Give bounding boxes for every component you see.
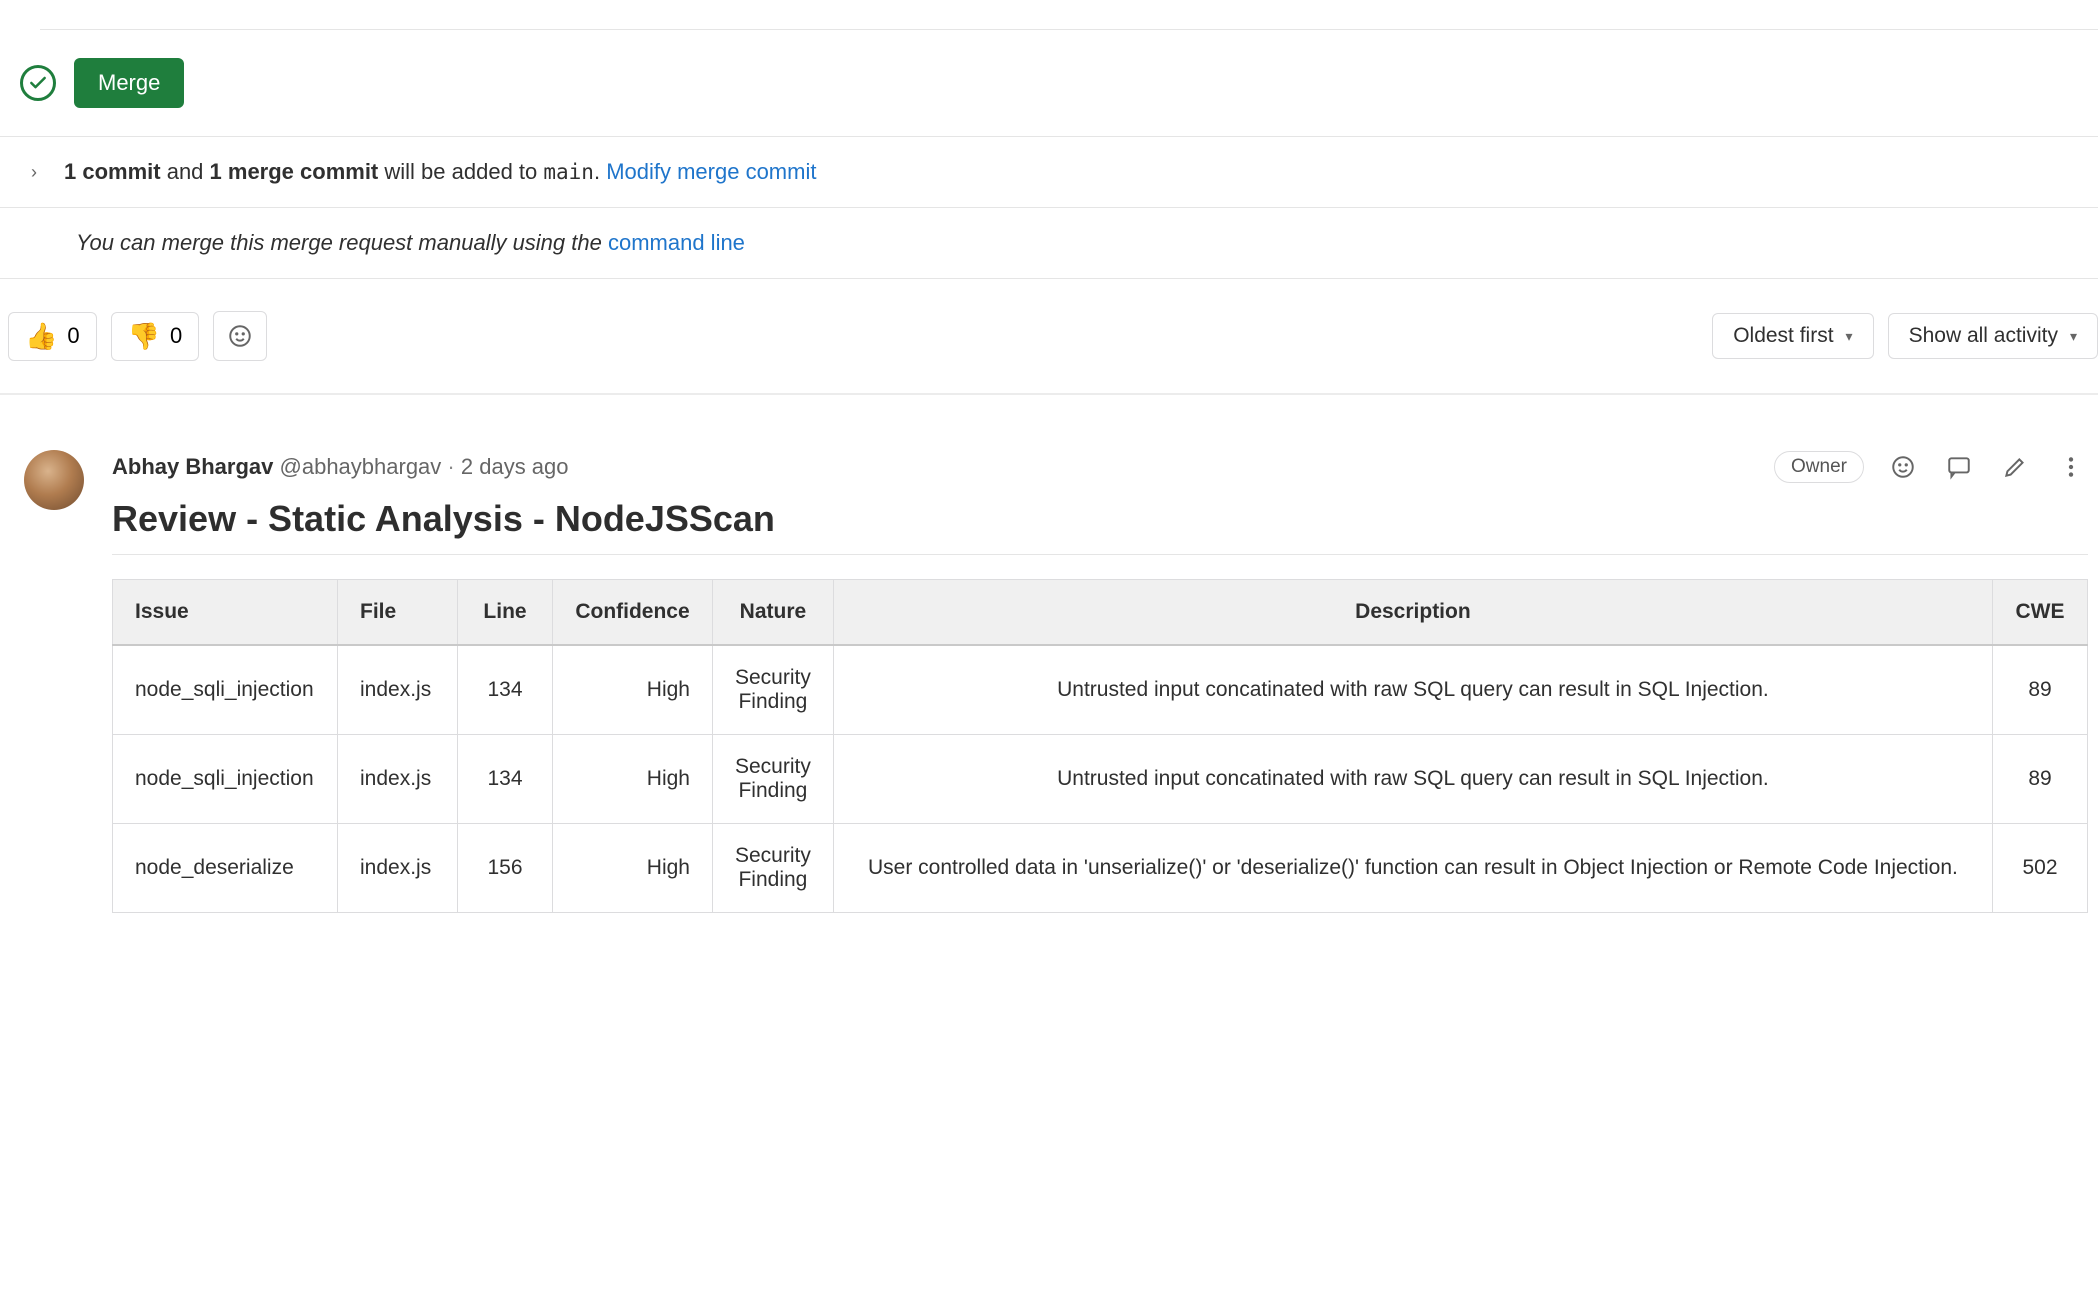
td-line: 156 bbox=[458, 824, 553, 913]
table-row: node_sqli_injectionindex.js134HighSecuri… bbox=[113, 645, 2088, 735]
manual-merge-row: You can merge this merge request manuall… bbox=[0, 208, 2098, 279]
td-description: User controlled data in 'unserialize()' … bbox=[833, 824, 1992, 913]
sort-order-dropdown[interactable]: Oldest first ▾ bbox=[1712, 313, 1873, 359]
controls-row: 👍 0 👎 0 Oldest first ▾ Show all activity… bbox=[0, 279, 2098, 395]
target-branch: main bbox=[543, 160, 594, 184]
modify-merge-commit-link[interactable]: Modify merge commit bbox=[606, 159, 816, 184]
commit-summary-row: › 1 commit and 1 merge commit will be ad… bbox=[0, 137, 2098, 208]
edit-button[interactable] bbox=[1998, 450, 2032, 484]
chevron-down-icon: ▾ bbox=[2070, 328, 2077, 345]
comment-title: Review - Static Analysis - NodeJSScan bbox=[112, 498, 2088, 555]
status-success-icon bbox=[20, 65, 56, 101]
td-issue: node_deserialize bbox=[113, 824, 338, 913]
td-cwe: 89 bbox=[1993, 645, 2088, 735]
author-line: Abhay Bhargav @abhaybhargav · 2 days ago bbox=[112, 454, 569, 480]
td-nature: Security Finding bbox=[713, 735, 834, 824]
activity-controls: Oldest first ▾ Show all activity ▾ bbox=[1712, 313, 2098, 359]
th-file: File bbox=[338, 580, 458, 646]
merge-status-row: Merge bbox=[0, 30, 2098, 137]
table-header-row: Issue File Line Confidence Nature Descri… bbox=[113, 580, 2088, 646]
th-issue: Issue bbox=[113, 580, 338, 646]
thumbs-down-count: 0 bbox=[170, 323, 182, 349]
th-nature: Nature bbox=[713, 580, 834, 646]
manual-merge-text: You can merge this merge request manuall… bbox=[76, 230, 608, 255]
findings-table: Issue File Line Confidence Nature Descri… bbox=[112, 579, 2088, 913]
expand-chevron-icon[interactable]: › bbox=[24, 162, 44, 183]
comment-icon bbox=[1946, 454, 1972, 480]
td-confidence: High bbox=[553, 735, 713, 824]
thumbs-down-button[interactable]: 👎 0 bbox=[111, 312, 200, 361]
td-cwe: 502 bbox=[1993, 824, 2088, 913]
td-file: index.js bbox=[338, 735, 458, 824]
td-nature: Security Finding bbox=[713, 645, 834, 735]
td-line: 134 bbox=[458, 645, 553, 735]
thumbs-up-button[interactable]: 👍 0 bbox=[8, 312, 97, 361]
owner-badge: Owner bbox=[1774, 451, 1864, 483]
td-issue: node_sqli_injection bbox=[113, 735, 338, 824]
reply-button[interactable] bbox=[1942, 450, 1976, 484]
th-description: Description bbox=[833, 580, 1992, 646]
td-file: index.js bbox=[338, 645, 458, 735]
td-file: index.js bbox=[338, 824, 458, 913]
more-actions-button[interactable] bbox=[2054, 450, 2088, 484]
merge-commit-count: 1 merge commit bbox=[210, 159, 379, 184]
collapsed-section-stub bbox=[40, 0, 2098, 30]
commit-count: 1 commit bbox=[64, 159, 161, 184]
react-button[interactable] bbox=[1886, 450, 1920, 484]
thumbs-down-icon: 👎 bbox=[128, 321, 160, 352]
td-cwe: 89 bbox=[1993, 735, 2088, 824]
pencil-icon bbox=[2002, 454, 2028, 480]
sort-order-label: Oldest first bbox=[1733, 324, 1833, 348]
comment-timestamp: 2 days ago bbox=[461, 454, 569, 479]
td-nature: Security Finding bbox=[713, 824, 834, 913]
command-line-link[interactable]: command line bbox=[608, 230, 745, 255]
activity-filter-dropdown[interactable]: Show all activity ▾ bbox=[1888, 313, 2098, 359]
td-issue: node_sqli_injection bbox=[113, 645, 338, 735]
thumbs-up-count: 0 bbox=[67, 323, 79, 349]
chevron-down-icon: ▾ bbox=[1846, 328, 1853, 345]
table-row: node_sqli_injectionindex.js134HighSecuri… bbox=[113, 735, 2088, 824]
td-confidence: High bbox=[553, 824, 713, 913]
merge-button[interactable]: Merge bbox=[74, 58, 184, 108]
add-reaction-button[interactable] bbox=[213, 311, 267, 361]
th-cwe: CWE bbox=[1993, 580, 2088, 646]
author-name[interactable]: Abhay Bhargav bbox=[112, 454, 273, 479]
commit-summary-text: 1 commit and 1 merge commit will be adde… bbox=[64, 159, 816, 185]
comment-header: Abhay Bhargav @abhaybhargav · 2 days ago… bbox=[112, 450, 2088, 484]
activity-filter-label: Show all activity bbox=[1909, 324, 2058, 348]
avatar[interactable] bbox=[24, 450, 84, 510]
comment-actions: Owner bbox=[1774, 450, 2088, 484]
comment-block: Abhay Bhargav @abhaybhargav · 2 days ago… bbox=[0, 395, 2098, 913]
smiley-icon bbox=[1890, 454, 1916, 480]
td-confidence: High bbox=[553, 645, 713, 735]
td-line: 134 bbox=[458, 735, 553, 824]
th-line: Line bbox=[458, 580, 553, 646]
td-description: Untrusted input concatinated with raw SQ… bbox=[833, 645, 1992, 735]
thumbs-up-icon: 👍 bbox=[25, 321, 57, 352]
author-handle[interactable]: @abhaybhargav bbox=[280, 454, 442, 479]
kebab-icon bbox=[2058, 454, 2084, 480]
table-row: node_deserializeindex.js156HighSecurity … bbox=[113, 824, 2088, 913]
th-confidence: Confidence bbox=[553, 580, 713, 646]
reactions-group: 👍 0 👎 0 bbox=[8, 311, 267, 361]
smiley-icon bbox=[227, 323, 253, 349]
td-description: Untrusted input concatinated with raw SQ… bbox=[833, 735, 1992, 824]
